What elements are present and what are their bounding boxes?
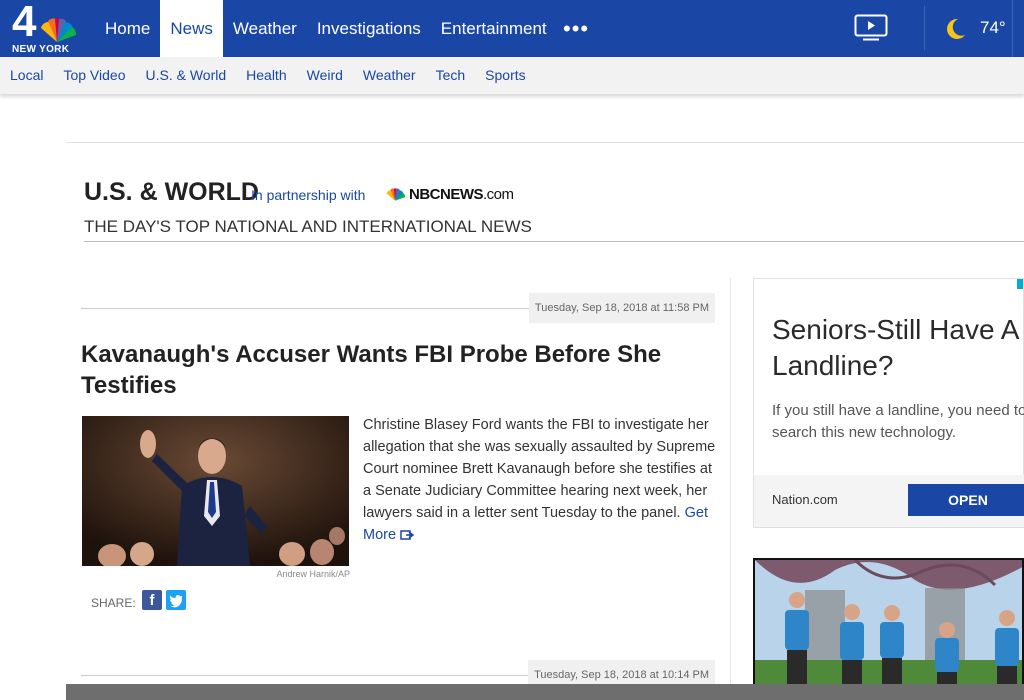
article-photo[interactable] bbox=[82, 416, 349, 566]
subnav-health[interactable]: Health bbox=[246, 57, 286, 94]
share-label: SHARE: bbox=[91, 596, 136, 610]
subnav-sports[interactable]: Sports bbox=[485, 57, 525, 94]
article-dateline: Tuesday, Sep 18, 2018 at 11:58 PM bbox=[81, 293, 715, 323]
top-navigation-bar: 4 NEW YORK Home News Weather Investigati… bbox=[0, 0, 1024, 57]
ad-footer: Nation.com OPEN bbox=[754, 475, 1024, 527]
article-date: Tuesday, Sep 18, 2018 at 11:58 PM bbox=[528, 293, 715, 323]
ad-open-button[interactable]: OPEN bbox=[908, 484, 1024, 516]
nav-news[interactable]: News bbox=[160, 0, 223, 57]
video-ad[interactable] bbox=[753, 558, 1024, 700]
nbcnews-logo-text: NBCNEWS.com bbox=[409, 186, 514, 203]
logo-suffix: .com bbox=[483, 186, 514, 203]
nav-divider bbox=[924, 6, 925, 50]
tv-play-icon[interactable] bbox=[854, 14, 888, 42]
facebook-share-icon[interactable]: f bbox=[142, 590, 162, 610]
main-navigation: Home News Weather Investigations Enterta… bbox=[95, 0, 557, 57]
ad-title[interactable]: Seniors-Still Have A Landline? bbox=[772, 312, 1022, 384]
peacock-small-icon bbox=[386, 187, 405, 201]
adchoices-icon[interactable] bbox=[1017, 279, 1023, 289]
photo-credit: Andrew Harnik/AP bbox=[276, 569, 350, 579]
subnav-weird[interactable]: Weird bbox=[307, 57, 343, 94]
nbc4-logo[interactable]: 4 NEW YORK bbox=[10, 0, 80, 55]
sub-navigation: Local Top Video U.S. & World Health Weir… bbox=[0, 57, 1024, 95]
peacock-icon bbox=[41, 18, 77, 42]
temperature[interactable]: 74° bbox=[980, 18, 1006, 38]
dateline-rule bbox=[81, 675, 541, 676]
nbcnews-logo[interactable]: NBCNEWS.com bbox=[384, 186, 514, 203]
subnav-us-world[interactable]: U.S. & World bbox=[145, 57, 226, 94]
subnav-local[interactable]: Local bbox=[10, 57, 43, 94]
subnav-top-video[interactable]: Top Video bbox=[63, 57, 125, 94]
article-headline[interactable]: Kavanaugh's Accuser Wants FBI Probe Befo… bbox=[81, 339, 721, 401]
section-divider bbox=[84, 241, 1024, 242]
dateline-rule bbox=[81, 308, 541, 309]
header-edge bbox=[1012, 0, 1024, 57]
ad-body: If you still have a landline, you need t… bbox=[772, 402, 1024, 441]
ad-group-photo bbox=[755, 560, 1022, 698]
nav-entertainment[interactable]: Entertainment bbox=[431, 0, 557, 57]
nav-investigations[interactable]: Investigations bbox=[307, 0, 431, 57]
subnav-tech[interactable]: Tech bbox=[436, 57, 466, 94]
divider bbox=[66, 142, 1024, 143]
twitter-share-icon[interactable] bbox=[166, 590, 186, 610]
nav-weather[interactable]: Weather bbox=[223, 0, 307, 57]
nav-home[interactable]: Home bbox=[95, 0, 160, 57]
section-title: U.S. & WORLD bbox=[84, 178, 259, 206]
section-subtitle: THE DAY'S TOP NATIONAL AND INTERNATIONAL… bbox=[84, 217, 532, 236]
logo-number: 4 bbox=[12, 0, 37, 46]
twitter-bird-icon bbox=[169, 595, 183, 608]
more-menu-icon[interactable]: ••• bbox=[563, 18, 589, 40]
kavanaugh-photo bbox=[82, 416, 349, 566]
partner-text: In partnership with bbox=[251, 187, 366, 203]
share-arrow-icon[interactable] bbox=[400, 528, 416, 540]
moon-icon bbox=[947, 18, 965, 39]
column-divider bbox=[730, 278, 731, 700]
logo-main: NBCNEWS bbox=[409, 186, 484, 203]
logo-city: NEW YORK bbox=[12, 44, 70, 55]
article-summary: Christine Blasey Ford wants the FBI to i… bbox=[363, 414, 719, 546]
article-summary-text: Christine Blasey Ford wants the FBI to i… bbox=[363, 417, 716, 521]
subnav-weather[interactable]: Weather bbox=[363, 57, 416, 94]
advertisement[interactable]: Seniors-Still Have A Landline? If you st… bbox=[753, 278, 1024, 528]
ad-source: Nation.com bbox=[772, 492, 838, 507]
bottom-overlay-bar bbox=[66, 684, 1024, 700]
